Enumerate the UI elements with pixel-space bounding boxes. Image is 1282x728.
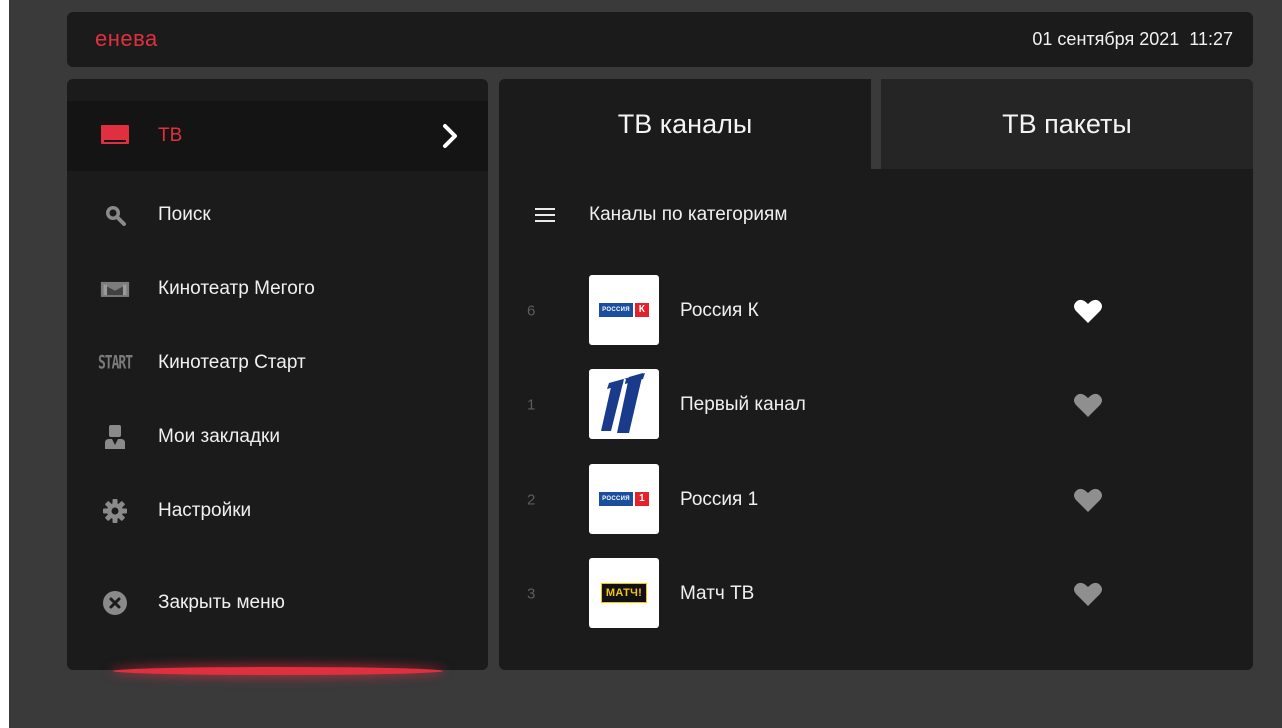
search-icon bbox=[100, 202, 130, 228]
menu-item-search[interactable]: Поиск bbox=[67, 180, 488, 250]
channel-row[interactable]: 6 РОССИЯ К Россия К bbox=[499, 275, 1253, 347]
channel-name: Первый канал bbox=[680, 394, 806, 415]
channel-row[interactable]: 2 РОССИЯ 1 Россия 1 bbox=[499, 464, 1253, 536]
close-circle-icon bbox=[100, 590, 130, 616]
menu-item-label: Настройки bbox=[158, 500, 252, 521]
megogo-icon bbox=[100, 276, 130, 302]
channel-logo bbox=[589, 369, 659, 439]
tv-icon bbox=[100, 123, 130, 149]
categories-button[interactable]: Каналы по категориям bbox=[535, 197, 787, 233]
menu-item-bookmarks[interactable]: Мои закладки bbox=[67, 402, 488, 472]
channel-number: 3 bbox=[527, 585, 536, 603]
channel-logo: РОССИЯ К bbox=[589, 275, 659, 345]
menu-item-label: Кинотеатр Мегого bbox=[158, 278, 315, 299]
heart-icon[interactable] bbox=[1073, 581, 1103, 607]
tab-tv-packages[interactable]: ТВ пакеты bbox=[881, 79, 1253, 169]
menu-item-label: Мои закладки bbox=[158, 426, 280, 447]
channel-name: Матч ТВ bbox=[680, 583, 755, 604]
menu-item-label: Кинотеатр Старт bbox=[158, 352, 306, 373]
menu-item-tv[interactable]: ТВ bbox=[67, 101, 488, 171]
heart-icon[interactable] bbox=[1073, 298, 1103, 324]
menu-item-close[interactable]: Закрыть меню bbox=[67, 568, 488, 638]
side-menu: ТВ Поиск Кинотеатр Мегого START Кинотеат… bbox=[67, 79, 488, 670]
current-date: 01 сентября 2021 bbox=[1032, 29, 1180, 49]
menu-item-settings[interactable]: Настройки bbox=[67, 476, 488, 546]
chevron-right-icon bbox=[438, 121, 462, 151]
current-time: 11:27 bbox=[1189, 29, 1233, 49]
app-screen: енева 01 сентября 2021 11:27 ТВ Поиск Ки… bbox=[9, 0, 1282, 728]
channel-logo: РОССИЯ 1 bbox=[589, 464, 659, 534]
channel-row[interactable]: 1 Первый канал bbox=[499, 369, 1253, 441]
gear-icon bbox=[100, 498, 130, 524]
channel-logo: МАТЧ! bbox=[589, 558, 659, 628]
top-bar: енева 01 сентября 2021 11:27 bbox=[67, 12, 1253, 67]
channel-number: 2 bbox=[527, 491, 536, 509]
heart-icon[interactable] bbox=[1073, 392, 1103, 418]
brand-logo: енева bbox=[95, 26, 158, 51]
channel-row[interactable]: 3 МАТЧ! Матч ТВ bbox=[499, 558, 1253, 630]
tab-bar: ТВ каналы ТВ пакеты bbox=[499, 79, 1253, 169]
channel-name: Россия 1 bbox=[680, 489, 759, 510]
user-bookmark-icon bbox=[100, 424, 130, 450]
content-panel: ТВ каналы ТВ пакеты Каналы по категориям… bbox=[499, 79, 1253, 670]
tab-tv-channels[interactable]: ТВ каналы bbox=[499, 79, 871, 169]
channel-name: Россия К bbox=[680, 300, 759, 321]
hamburger-icon bbox=[535, 207, 555, 223]
categories-label: Каналы по категориям bbox=[589, 204, 788, 225]
menu-item-label: ТВ bbox=[158, 125, 183, 146]
menu-item-start[interactable]: START Кинотеатр Старт bbox=[67, 328, 488, 398]
focus-glow bbox=[113, 667, 443, 675]
date-time: 01 сентября 2021 11:27 bbox=[1032, 29, 1233, 50]
channel-number: 1 bbox=[527, 396, 536, 414]
menu-item-label: Закрыть меню bbox=[158, 592, 285, 613]
start-icon: START bbox=[97, 352, 133, 374]
heart-icon[interactable] bbox=[1073, 487, 1103, 513]
menu-item-megogo[interactable]: Кинотеатр Мегого bbox=[67, 254, 488, 324]
menu-item-label: Поиск bbox=[158, 204, 211, 225]
channel-number: 6 bbox=[527, 302, 536, 320]
